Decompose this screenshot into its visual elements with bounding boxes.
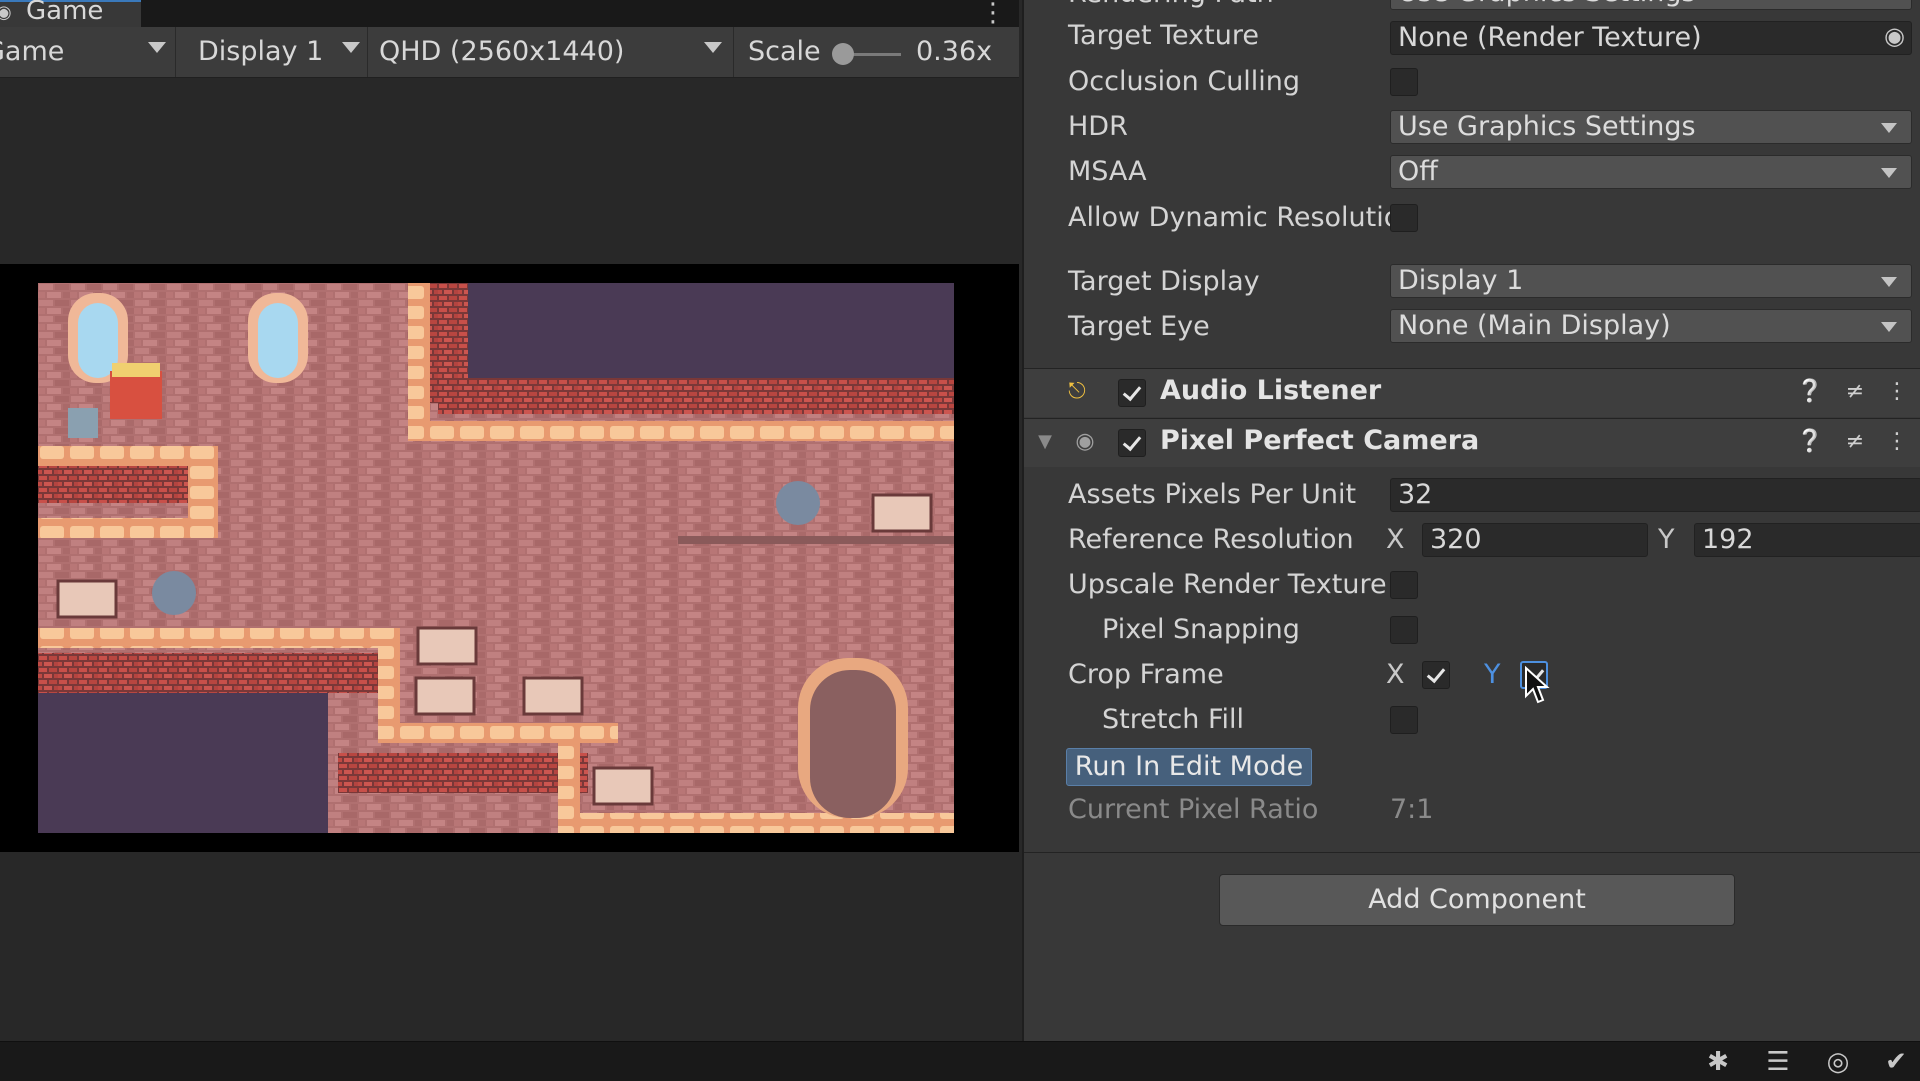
ref-x-value: 320 bbox=[1430, 524, 1482, 555]
pixel-snapping-checkbox[interactable] bbox=[1390, 616, 1418, 644]
chevron-down-icon bbox=[1881, 168, 1897, 178]
view-mode-value: Game bbox=[0, 36, 65, 67]
tab-game[interactable]: ◉ Game bbox=[0, 0, 141, 27]
target-texture-label: Target Texture bbox=[1068, 20, 1259, 51]
pixel-ratio-value: 7:1 bbox=[1390, 794, 1434, 825]
target-texture-field[interactable]: None (Render Texture) bbox=[1390, 21, 1912, 55]
more-options-icon[interactable]: ⋮ bbox=[980, 0, 1006, 28]
target-display-label: Target Display bbox=[1068, 266, 1260, 297]
scale-label: Scale bbox=[748, 36, 821, 67]
resolution-value: QHD (2560x1440) bbox=[379, 36, 625, 67]
reference-resolution-label: Reference Resolution bbox=[1068, 524, 1354, 555]
display-dropdown[interactable]: Display 1 bbox=[178, 27, 368, 77]
game-toolbar: Game Display 1 QHD (2560x1440) Scale 0.3… bbox=[0, 27, 1019, 78]
stretch-fill-checkbox[interactable] bbox=[1390, 706, 1418, 734]
audio-listener-title: Audio Listener bbox=[1160, 375, 1382, 406]
target-display-value: Display 1 bbox=[1398, 265, 1524, 296]
scale-slider-thumb[interactable] bbox=[832, 43, 854, 65]
crop-x-checkbox[interactable] bbox=[1422, 661, 1450, 689]
ref-x-label: X bbox=[1386, 524, 1405, 555]
chevron-down-icon bbox=[342, 42, 360, 53]
display-value: Display 1 bbox=[198, 36, 324, 67]
run-in-edit-mode-button[interactable]: Run In Edit Mode bbox=[1066, 748, 1312, 786]
dynamic-resolution-checkbox[interactable] bbox=[1390, 204, 1418, 232]
target-texture-value: None (Render Texture) bbox=[1398, 22, 1702, 53]
check-circle-icon[interactable]: ✔ bbox=[1880, 1046, 1912, 1078]
pixel-perfect-camera-header[interactable]: ▼ ◉ Pixel Perfect Camera ❔ ≠ ⋮ bbox=[1024, 418, 1920, 467]
resolution-dropdown[interactable]: QHD (2560x1440) bbox=[370, 27, 734, 77]
dynamic-resolution-label: Allow Dynamic Resolutio bbox=[1068, 202, 1401, 233]
chevron-down-icon bbox=[1881, 322, 1897, 332]
help-icon[interactable]: ❔ bbox=[1796, 379, 1823, 405]
pixel-snapping-label: Pixel Snapping bbox=[1102, 614, 1300, 645]
scale-control: Scale 0.36x bbox=[736, 27, 1018, 77]
chevron-down-icon bbox=[148, 42, 166, 53]
more-options-icon[interactable]: ⋮ bbox=[1884, 379, 1910, 405]
stretch-fill-label: Stretch Fill bbox=[1102, 704, 1245, 735]
chevron-down-icon bbox=[704, 42, 722, 53]
pixel-ratio-label: Current Pixel Ratio bbox=[1068, 794, 1319, 825]
msaa-label: MSAA bbox=[1068, 156, 1147, 187]
occlusion-culling-label: Occlusion Culling bbox=[1068, 66, 1301, 97]
ref-y-value: 192 bbox=[1702, 524, 1754, 555]
msaa-value: Off bbox=[1398, 156, 1438, 187]
more-options-icon[interactable]: ⋮ bbox=[1884, 429, 1910, 455]
headphones-icon: ⎋ bbox=[1068, 379, 1086, 404]
debug-icon[interactable]: ✱ bbox=[1702, 1046, 1734, 1078]
scale-value: 0.36x bbox=[916, 36, 993, 67]
hdr-label: HDR bbox=[1068, 111, 1128, 142]
help-icon[interactable]: ❔ bbox=[1796, 429, 1823, 455]
pixel-art-scene bbox=[38, 283, 954, 833]
hdr-value: Use Graphics Settings bbox=[1398, 111, 1696, 142]
target-eye-dropdown[interactable]: None (Main Display) bbox=[1390, 309, 1912, 343]
pixel-perfect-title: Pixel Perfect Camera bbox=[1160, 425, 1480, 456]
chevron-down-icon bbox=[1881, 123, 1897, 133]
game-tab-bar: ◉ Game ⋮ bbox=[0, 0, 1019, 28]
occlusion-culling-checkbox[interactable] bbox=[1390, 68, 1418, 96]
game-viewport[interactable] bbox=[38, 283, 954, 833]
audio-listener-enabled-checkbox[interactable] bbox=[1118, 379, 1146, 407]
ref-y-input[interactable]: 192 bbox=[1694, 523, 1920, 557]
presets-icon[interactable]: ≠ bbox=[1842, 379, 1868, 405]
gamepad-icon: ◉ bbox=[0, 2, 12, 23]
hdr-dropdown[interactable]: Use Graphics Settings bbox=[1390, 110, 1912, 144]
crop-frame-label: Crop Frame bbox=[1068, 659, 1224, 690]
target-eye-label: Target Eye bbox=[1068, 311, 1210, 342]
ref-x-input[interactable]: 320 bbox=[1422, 523, 1648, 557]
upscale-checkbox[interactable] bbox=[1390, 571, 1418, 599]
status-bar: ✱ ☰ ◎ ✔ bbox=[0, 1041, 1920, 1081]
tab-game-label: Game bbox=[26, 0, 104, 26]
target-display-dropdown[interactable]: Display 1 bbox=[1390, 264, 1912, 298]
assets-ppu-label: Assets Pixels Per Unit bbox=[1068, 479, 1357, 510]
layers-icon[interactable]: ☰ bbox=[1762, 1046, 1794, 1078]
presets-icon[interactable]: ≠ bbox=[1842, 429, 1868, 455]
chevron-down-icon bbox=[1881, 277, 1897, 287]
object-picker-icon[interactable]: ◉ bbox=[1884, 22, 1905, 50]
upscale-label: Upscale Render Texture bbox=[1068, 569, 1387, 600]
pixel-perfect-enabled-checkbox[interactable] bbox=[1118, 429, 1146, 457]
foldout-arrow-icon[interactable]: ▼ bbox=[1032, 429, 1058, 455]
rendering-path-value: Use Graphics Settings bbox=[1398, 0, 1696, 8]
crop-x-label: X bbox=[1386, 659, 1405, 690]
assets-ppu-input[interactable]: 32 bbox=[1390, 478, 1920, 512]
msaa-dropdown[interactable]: Off bbox=[1390, 155, 1912, 189]
divider bbox=[1024, 852, 1920, 853]
audio-listener-header[interactable]: ⎋ Audio Listener ❔ ≠ ⋮ bbox=[1024, 368, 1920, 417]
target-eye-value: None (Main Display) bbox=[1398, 310, 1671, 341]
ref-y-label: Y bbox=[1658, 524, 1675, 555]
add-component-button[interactable]: Add Component bbox=[1219, 874, 1735, 926]
rendering-path-label: Rendering Path bbox=[1068, 0, 1274, 9]
view-mode-dropdown[interactable]: Game bbox=[0, 27, 176, 77]
assets-ppu-value: 32 bbox=[1398, 479, 1433, 510]
game-view-panel: ◉ Game ⋮ Game Display 1 QHD (2560x1440) … bbox=[0, 0, 1019, 1041]
rendering-path-dropdown[interactable]: Use Graphics Settings bbox=[1390, 0, 1912, 10]
crop-y-label: Y bbox=[1484, 659, 1501, 690]
camera-icon: ◉ bbox=[1075, 429, 1095, 454]
network-icon[interactable]: ◎ bbox=[1822, 1046, 1854, 1078]
mouse-cursor-icon bbox=[1525, 666, 1550, 704]
